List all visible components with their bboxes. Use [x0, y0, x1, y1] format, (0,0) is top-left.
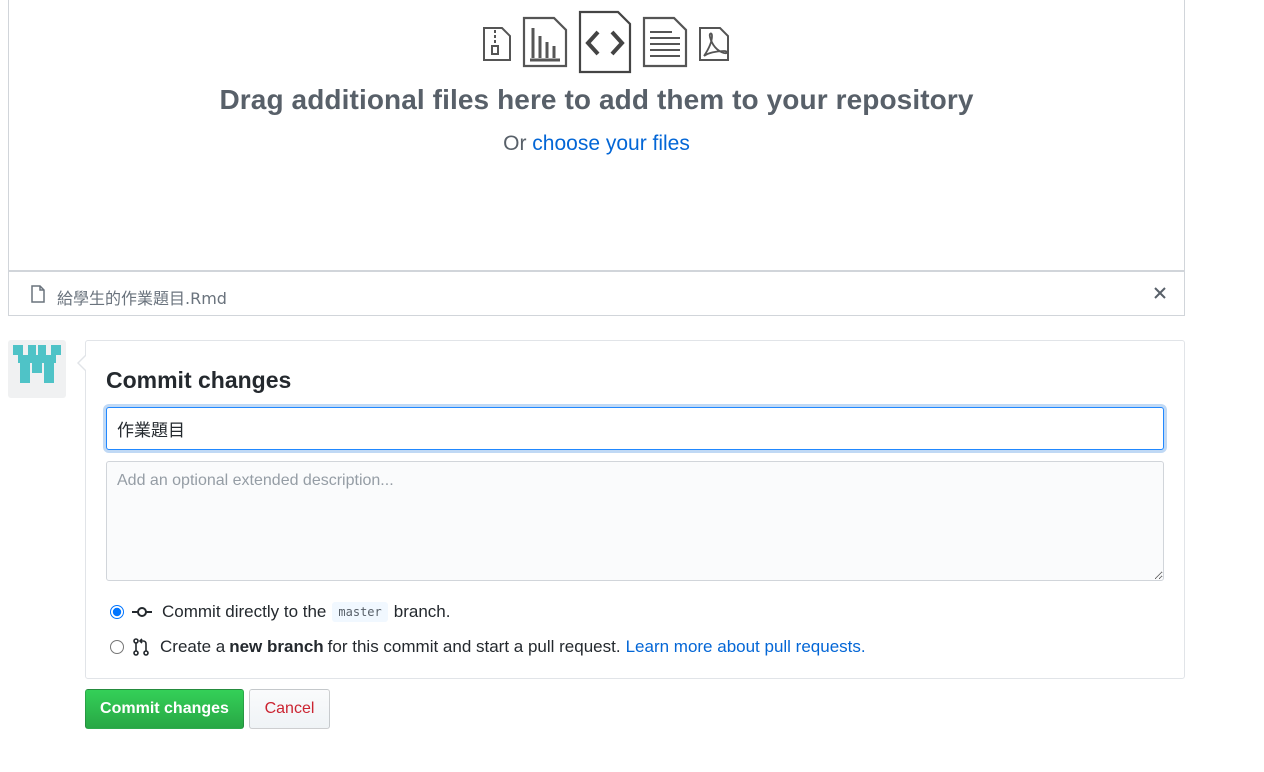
commit-title: Commit changes — [106, 367, 292, 393]
file-pdf-icon — [699, 27, 729, 61]
new-branch-suffix: for this commit and start a pull request… — [327, 637, 621, 656]
file-drop-zone[interactable]: Drag additional files here to add them t… — [8, 0, 1185, 271]
file-code-icon — [578, 10, 632, 74]
file-zip-icon — [483, 27, 511, 61]
close-icon[interactable] — [1152, 285, 1168, 301]
commit-icon — [132, 607, 152, 617]
commit-direct-radio[interactable] — [110, 605, 124, 619]
drop-subtitle: Or choose your files — [9, 132, 1184, 156]
drop-or-text: Or — [503, 132, 527, 155]
file-type-icons — [474, 10, 734, 76]
commit-direct-suffix: branch. — [393, 602, 451, 621]
avatar[interactable] — [8, 340, 66, 398]
branch-name: master — [332, 602, 388, 622]
file-name: 給學生的作業題目.Rmd — [57, 289, 227, 308]
commit-direct-prefix: Commit directly to the — [162, 602, 327, 621]
file-text-icon — [642, 16, 688, 68]
file-chart-icon — [522, 16, 568, 68]
new-branch-option[interactable]: Create a new branch for this commit and … — [110, 635, 866, 659]
commit-description-input[interactable] — [106, 461, 1164, 581]
pull-request-icon — [133, 638, 149, 656]
drop-title: Drag additional files here to add them t… — [219, 84, 974, 115]
cancel-button[interactable]: Cancel — [249, 689, 330, 729]
new-branch-bold: new branch — [229, 637, 324, 656]
commit-direct-option[interactable]: Commit directly to the master branch. — [110, 600, 450, 624]
commit-summary-input[interactable] — [106, 407, 1164, 450]
file-icon — [31, 285, 45, 303]
choose-files-link[interactable]: choose your files — [532, 132, 690, 155]
commit-form: Commit changes Commit directly to the ma… — [77, 340, 1185, 679]
learn-more-link[interactable]: Learn more about pull requests. — [626, 637, 866, 657]
uploaded-file-row: 給學生的作業題目.Rmd — [8, 271, 1185, 316]
new-branch-radio[interactable] — [110, 640, 124, 654]
new-branch-prefix: Create a — [160, 637, 226, 656]
commit-changes-button[interactable]: Commit changes — [85, 689, 244, 729]
avatar-identicon — [13, 345, 61, 383]
speech-caret-inner — [79, 356, 86, 370]
